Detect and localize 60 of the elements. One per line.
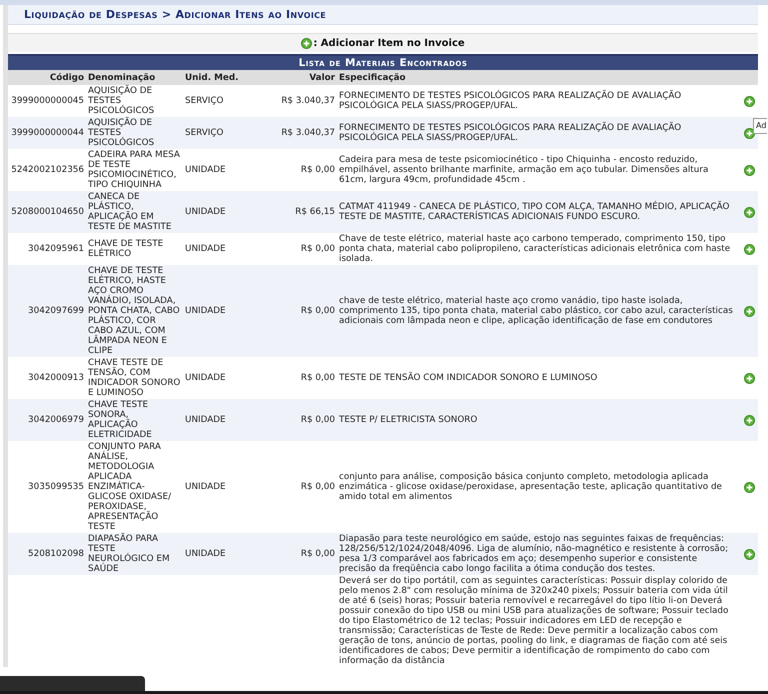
column-header: Denominação <box>86 70 183 85</box>
table-cell: UNIDADE <box>183 441 273 533</box>
table-cell: 5242002102356 <box>8 149 86 191</box>
table-cell: UNIDADE <box>183 399 273 441</box>
table-cell: CONJUNTO PARA ANÁLISE, METODOLOGIA APLICADA ENZIMÁTICA-GLICOSE OXIDASE/ PEROXIDASE, APRESENTAÇÃO TESTE <box>86 441 183 533</box>
table-cell: SERVIÇO <box>183 117 273 149</box>
table-cell: CHAVE DE TESTE ELÉTRICO, HASTE AÇO CROMO VANÁDIO, ISOLADA, PONTA CHATA, CABO PLÁSTICO, COR CABO AZUL, COM LÂMPADA NEON E CLIPE <box>86 265 183 357</box>
column-header: Especificação <box>337 70 738 85</box>
table-cell: 3999000000044 <box>8 117 86 149</box>
breadcrumb-title: Liquidação de Despesas > Adicionar Itens ao Invoice <box>8 5 758 25</box>
legend-label: : Adicionar Item no Invoice <box>313 38 465 48</box>
table-cell: Deverá ser do tipo portátil, com as seguintes características: Possuir display colorido de pelo menos 2.8" com resolução mínima de 320x240 pixels; Possuir bateria com vida útil de até 6 (seis) horas; Possuir bateria removível e recarregável do tipo lítio li-on Deverá possuir conexão do tipo USB ou mini USB para atualizações de software; Possuir teclado do tipo Elastométrico de 12 teclas; Possuir indicadores em LED de recepção e transmissão; Características de Teste de Rede: Deve permitir a localização cabos com geração de tons, anúncio de portas, pooling do link, e diagramas de fiação com até seis identificadores de cabos; Deve permitir a identificação de rompimento do cabo com informação da distância <box>337 575 738 667</box>
column-header: Unid. Med. <box>183 70 273 85</box>
table-cell: 3042000913 <box>8 357 86 399</box>
table-cell: 3042006979 <box>8 399 86 441</box>
table-cell: Diapasão para teste neurológico em saúde, estojo nas seguintes faixas de frequências: 128/256/512/1024/2048/4096. Liga de alumínio, não-magnético e resistente à corrosão; pesa 1/3 comparável aos fabricados em aço; desempenho superior e consistente precisão da freqüência cabo longo facilita a ótima condução dos testes. <box>337 533 738 575</box>
tooltip: Ad <box>753 118 768 134</box>
table-cell: CHAVE TESTE DE TENSÃO, COM INDICADOR SONORO E LUMINOSO <box>86 357 183 399</box>
table-cell: CANECA DE PLÁSTICO, APLICAÇÃO EM TESTE DE MASTITE <box>86 191 183 233</box>
table-cell: CATMAT 411949 - CANECA DE PLÁSTICO, TIPO COM ALÇA, TAMANHO MÉDIO, APLICAÇÃO TESTE DE MASTITE, CARACTERÍSTICAS ADICIONAIS FUNDO ESCURO. <box>337 191 738 233</box>
table-cell: 3035099535 <box>8 441 86 533</box>
table-cell: R$ 0,00 <box>273 265 337 357</box>
table-cell: UNIDADE <box>183 357 273 399</box>
table-cell: CHAVE TESTE SONORA, APLICAÇÃO ELETRICIDADE <box>86 399 183 441</box>
table-cell: UNIDADE <box>183 233 273 265</box>
table-cell: R$ 0,00 <box>273 357 337 399</box>
table-cell: 5208102098 <box>8 533 86 575</box>
table-cell: FORNECIMENTO DE TESTES PSICOLÓGICOS PARA REALIZAÇÃO DE AVALIAÇÃO PSICOLÓGICA PELA SIASS/PROGEP/UFAL. <box>337 85 738 117</box>
table-cell: FORNECIMENTO DE TESTES PSICOLÓGICOS PARA REALIZAÇÃO DE AVALIAÇÃO PSICOLÓGICA PELA SIASS/PROGEP/UFAL. <box>337 117 738 149</box>
table-cell: AQUISIÇÃO DE TESTES PSICOLÓGICOS <box>86 117 183 149</box>
table-cell: Cadeira para mesa de teste psicomiocinético - tipo Chiquinha - encosto reduzido, empilhável, assento brilhante marfinite, armação em aço tubular. Dimensões altura 61cm, largura 49cm, profundidade 45cm . <box>337 149 738 191</box>
table-cell: R$ 0,00 <box>273 533 337 575</box>
table-cell: UNIDADE <box>183 265 273 357</box>
table-cell: TESTE P/ ELETRICISTA SONORO <box>337 399 738 441</box>
table-cell: DIAPASÃO PARA TESTE NEUROLÓGICO EM SAÚDE <box>86 533 183 575</box>
table-cell: R$ 3.040,37 <box>273 85 337 117</box>
table-cell: R$ 3.040,37 <box>273 117 337 149</box>
table-cell: R$ 0,00 <box>273 233 337 265</box>
table-cell: chave de teste elétrico, material haste aço cromo vanádio, tipo haste isolada, comprimento 135, tipo ponta chata, material cabo plástico, cor cabo azul, características adicionais com lâmpada neon e clipe, aplicação identificação de fase em condutores <box>337 265 738 357</box>
table-cell: 3999000000045 <box>8 85 86 117</box>
table-cell: R$ 0,00 <box>273 441 337 533</box>
table-cell: CHAVE DE TESTE ELÉTRICO <box>86 233 183 265</box>
table-cell: R$ 0,00 <box>273 399 337 441</box>
table-cell: UNIDADE <box>183 533 273 575</box>
table-cell: UNIDADE <box>183 149 273 191</box>
table-cell: SERVIÇO <box>183 85 273 117</box>
table-cell: TESTE DE TENSÃO COM INDICADOR SONORO E LUMINOSO <box>337 357 738 399</box>
table-cell: Chave de teste elétrico, material haste aço carbono temperado, comprimento 150, tipo ponta chata, material cabo polipropileno, características adicionais eletrônica com haste isolada. <box>337 233 738 265</box>
table-cell: 3042095961 <box>8 233 86 265</box>
table-cell: 3042097699 <box>8 265 86 357</box>
table-cell: UNIDADE <box>183 191 273 233</box>
table-caption: Lista de Materiais Encontrados <box>8 55 758 70</box>
table-cell: conjunto para análise, composição básica conjunto completo, metodologia aplicada enzimática - glicose oxidase/peroxidase, apresentação teste, aplicação quantitativo de amido total em alimentos <box>337 441 738 533</box>
column-header: Código <box>8 70 86 85</box>
table-cell: 5208000104650 <box>8 191 86 233</box>
table-cell: AQUISIÇÃO DE TESTES PSICOLÓGICOS <box>86 85 183 117</box>
table-cell: CADEIRA PARA MESA DE TESTE PSICOMIOCINÉTICO, TIPO CHIQUINHA <box>86 149 183 191</box>
table-cell: R$ 0,00 <box>273 149 337 191</box>
column-header: Valor <box>273 70 337 85</box>
table-cell: R$ 66,15 <box>273 191 337 233</box>
